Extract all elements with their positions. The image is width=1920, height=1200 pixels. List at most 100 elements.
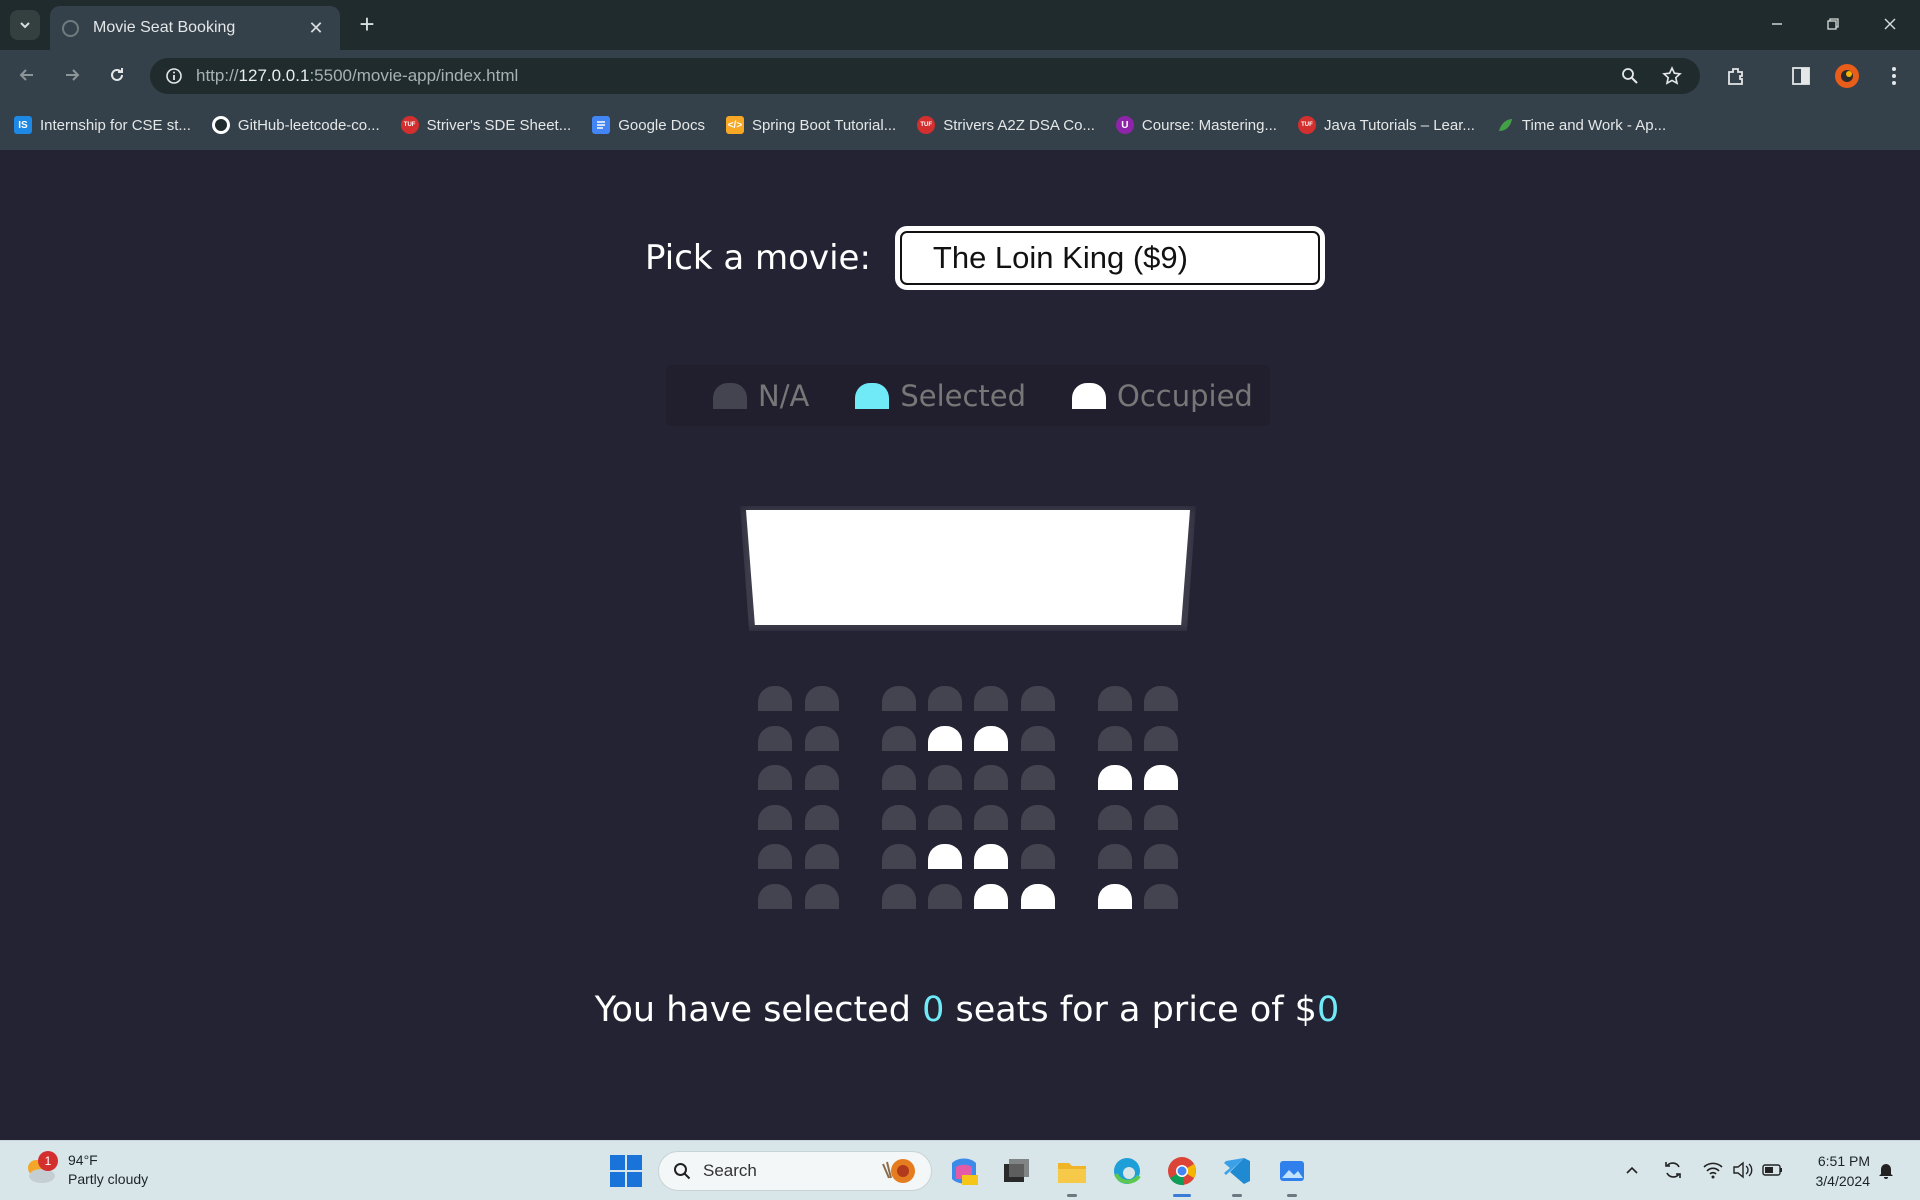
side-panel-icon[interactable] [1785, 60, 1817, 92]
seat-available[interactable] [805, 686, 839, 711]
seat-available[interactable] [758, 765, 792, 790]
seat-available[interactable] [1021, 805, 1055, 830]
seat-available[interactable] [928, 884, 962, 909]
taskbar-search[interactable]: Search [658, 1151, 932, 1191]
seat-available[interactable] [974, 765, 1008, 790]
seat-available[interactable] [805, 884, 839, 909]
wifi-icon[interactable] [1700, 1157, 1726, 1183]
seat-available[interactable] [1144, 844, 1178, 869]
bookmark-label: Time and Work - Ap... [1521, 116, 1667, 134]
copilot-app-icon[interactable] [944, 1151, 984, 1191]
notification-bell-icon[interactable] [1873, 1157, 1899, 1183]
seat-occupied [1144, 765, 1178, 790]
bookmark-item[interactable]: TUF Striver's SDE Sheet... [400, 116, 571, 134]
reload-button[interactable] [100, 58, 134, 92]
seat-available[interactable] [882, 726, 916, 751]
seat-available[interactable] [1098, 844, 1132, 869]
extensions-icon[interactable] [1720, 60, 1752, 92]
menu-kebab-icon[interactable] [1878, 60, 1910, 92]
search-icon [674, 1163, 691, 1180]
seat-available[interactable] [882, 844, 916, 869]
seat-available[interactable] [1098, 686, 1132, 711]
vscode-icon[interactable] [1217, 1151, 1257, 1197]
movie-select[interactable]: The Loin King ($9) [894, 226, 1325, 290]
start-button[interactable] [610, 1155, 642, 1187]
close-window-button[interactable] [1870, 8, 1910, 40]
bookmark-favicon-icon: TUF [1297, 116, 1316, 134]
seat-occupied [928, 844, 962, 869]
seat-available[interactable] [758, 726, 792, 751]
back-button[interactable] [10, 58, 44, 92]
seat-available[interactable] [1098, 726, 1132, 751]
profile-avatar[interactable] [1831, 60, 1863, 92]
tab-movie-seat-booking[interactable]: Movie Seat Booking ✕ [50, 6, 340, 50]
restore-button[interactable] [1813, 8, 1853, 40]
address-bar[interactable]: http://127.0.0.1:5500/movie-app/index.ht… [150, 58, 1700, 94]
bookmark-item[interactable]: Time and Work - Ap... [1496, 116, 1666, 134]
arrow-left-icon [19, 69, 33, 81]
chrome-browser-icon[interactable] [1162, 1151, 1202, 1197]
seat-available[interactable] [758, 884, 792, 909]
weather-badge: 1 [38, 1151, 58, 1171]
zoom-icon[interactable] [1615, 61, 1645, 91]
seat-available[interactable] [1144, 686, 1178, 711]
forward-button[interactable] [55, 58, 89, 92]
file-explorer-icon[interactable] [1052, 1151, 1092, 1197]
bookmark-star-icon[interactable] [1657, 61, 1687, 91]
bookmark-item[interactable]: TUF Java Tutorials – Lear... [1297, 116, 1475, 134]
seat-available[interactable] [928, 686, 962, 711]
seat-available[interactable] [974, 686, 1008, 711]
bookmark-item[interactable]: IS Internship for CSE st... [14, 116, 191, 134]
seat-available[interactable] [974, 805, 1008, 830]
legend-seat-icon [713, 382, 747, 409]
seat-available[interactable] [1021, 726, 1055, 751]
url-path: :5500/movie-app/index.html [309, 66, 519, 85]
site-info-icon[interactable] [156, 58, 192, 94]
seat-available[interactable] [928, 805, 962, 830]
seat-available[interactable] [805, 765, 839, 790]
battery-icon[interactable] [1760, 1157, 1786, 1183]
seat-available[interactable] [1098, 805, 1132, 830]
tab-search-button[interactable] [10, 10, 40, 40]
volume-icon[interactable] [1730, 1157, 1756, 1183]
seat-available[interactable] [1021, 844, 1055, 869]
edge-browser-icon[interactable] [1107, 1151, 1147, 1191]
seat-available[interactable] [882, 884, 916, 909]
seat-available[interactable] [1144, 805, 1178, 830]
bookmark-item[interactable]: </> Spring Boot Tutorial... [725, 116, 896, 134]
bookmark-item[interactable]: TUF Strivers A2Z DSA Co... [917, 116, 1095, 134]
seat-available[interactable] [1144, 884, 1178, 909]
chevron-up-icon[interactable] [1619, 1157, 1645, 1183]
legend-item: Selected [855, 379, 1026, 413]
new-tab-button[interactable]: + [352, 10, 382, 40]
bookmark-favicon-icon: TUF [400, 116, 419, 134]
seat-available[interactable] [805, 805, 839, 830]
seat-available[interactable] [805, 844, 839, 869]
sync-icon[interactable] [1660, 1157, 1686, 1183]
seat-grid [758, 686, 1178, 926]
url-scheme: http:// [196, 66, 239, 85]
seat-available[interactable] [805, 726, 839, 751]
seat-available[interactable] [1144, 726, 1178, 751]
seat-available[interactable] [758, 844, 792, 869]
seat-available[interactable] [758, 686, 792, 711]
legend-item: Occupied [1072, 379, 1253, 413]
seat-available[interactable] [758, 805, 792, 830]
seat-available[interactable] [1021, 686, 1055, 711]
windows-taskbar: 1 94°F Partly cloudy Search 6:51 PM 3/4/… [0, 1140, 1920, 1200]
clock-date: 3/4/2024 [1815, 1173, 1871, 1189]
seat-available[interactable] [882, 686, 916, 711]
photos-app-icon[interactable] [1272, 1151, 1312, 1197]
bookmark-item[interactable]: U Course: Mastering... [1115, 116, 1277, 134]
seat-available[interactable] [1021, 765, 1055, 790]
weather-widget[interactable]: 1 94°F Partly cloudy [22, 1151, 148, 1189]
bookmark-item[interactable]: GitHub-leetcode-co... [211, 116, 380, 134]
seat-available[interactable] [928, 765, 962, 790]
task-view-icon[interactable] [996, 1151, 1036, 1191]
seat-available[interactable] [882, 765, 916, 790]
bookmark-item[interactable]: Google Docs [592, 116, 705, 134]
seat-available[interactable] [882, 805, 916, 830]
taskbar-clock[interactable]: 6:51 PM 3/4/2024 [1800, 1151, 1871, 1191]
close-tab-button[interactable]: ✕ [304, 18, 328, 39]
minimize-button[interactable] [1757, 8, 1797, 40]
